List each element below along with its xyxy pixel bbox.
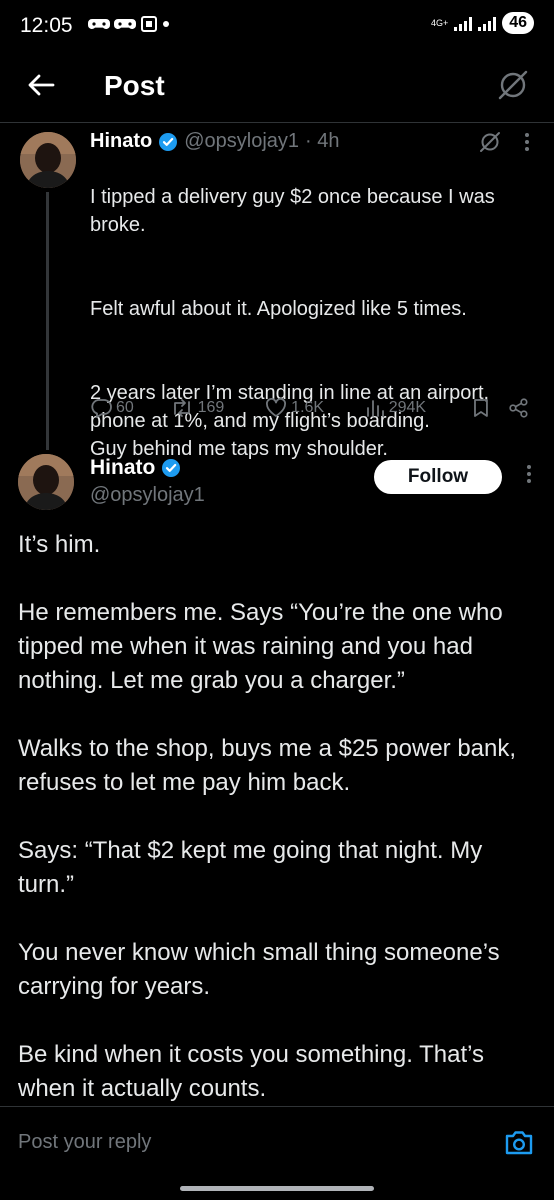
post-time: · 4h <box>305 130 340 152</box>
grok-icon[interactable] <box>496 68 530 102</box>
post-paragraph: 2 years later I’m standing in line at an… <box>90 382 490 460</box>
post-paragraph: You never know which small thing someone… <box>18 939 500 1000</box>
like-button[interactable]: 1.6K <box>265 398 365 418</box>
status-bar: 12:05 4G+ 46 <box>0 0 554 52</box>
reply-input[interactable]: Post your reply <box>18 1131 151 1154</box>
post-paragraph: I tipped a delivery guy $2 once because … <box>90 186 495 236</box>
signal-icon <box>478 15 497 31</box>
more-options-icon[interactable] <box>524 132 530 152</box>
status-time: 12:05 <box>20 14 73 37</box>
avatar[interactable] <box>18 454 74 510</box>
game-controller-icon <box>88 19 110 29</box>
back-arrow-icon[interactable] <box>26 70 56 100</box>
notification-icons <box>88 15 170 33</box>
signal-icon <box>454 15 473 31</box>
author-handle[interactable]: @opsylojay1 <box>184 130 299 153</box>
thread-line <box>46 192 49 450</box>
post-paragraph: Be kind when it costs you something. Tha… <box>18 1041 485 1102</box>
camera-icon[interactable] <box>504 1129 534 1157</box>
post-actions: 60 169 1.6K 294K <box>90 398 530 418</box>
grok-icon[interactable] <box>478 130 502 154</box>
post-paragraph: It’s him. <box>18 531 101 558</box>
battery-level: 46 <box>502 12 534 34</box>
author-name[interactable]: Hinato <box>90 130 152 153</box>
views-icon <box>366 400 384 417</box>
verified-badge-icon <box>159 132 178 151</box>
author-handle[interactable]: @opsylojay1 <box>90 484 205 507</box>
post-paragraph: He remembers me. Says “You’re the one wh… <box>18 599 503 694</box>
game-controller-icon <box>114 19 136 29</box>
page-title: Post <box>104 70 165 101</box>
author-name[interactable]: Hinato <box>90 456 155 480</box>
heart-icon <box>266 398 287 417</box>
post-paragraph: Says: “That $2 kept me going that night.… <box>18 837 483 898</box>
more-options-icon[interactable] <box>526 464 532 484</box>
main-post-text: It’s him. He remembers me. Says “You’re … <box>18 528 538 1140</box>
reply-icon <box>91 399 112 418</box>
top-bar: Post <box>0 52 554 123</box>
post-paragraph: Felt awful about it. Apologized like 5 t… <box>90 298 467 320</box>
parent-post[interactable]: Hinato @opsylojay1 · 4h I tipped a deliv… <box>90 130 534 491</box>
views-button[interactable]: 294K <box>365 398 471 418</box>
home-indicator[interactable] <box>180 1186 374 1191</box>
reply-button[interactable]: 60 <box>90 398 170 418</box>
verified-badge-icon <box>162 459 181 477</box>
avatar[interactable] <box>20 132 76 188</box>
share-icon[interactable] <box>508 398 530 418</box>
follow-button[interactable]: Follow <box>374 460 502 494</box>
dot-icon <box>163 21 169 27</box>
repost-count: 169 <box>197 399 225 416</box>
network-type: 4G+ <box>430 17 449 28</box>
repost-icon <box>173 399 190 417</box>
reply-bar: Post your reply <box>0 1106 554 1179</box>
like-count: 1.6K <box>291 399 325 416</box>
post-text: I tipped a delivery guy $2 once because … <box>90 155 534 491</box>
views-count: 294K <box>388 399 427 416</box>
reply-count: 60 <box>116 399 134 416</box>
bookmark-icon[interactable] <box>472 398 490 418</box>
repost-button[interactable]: 169 <box>170 398 266 418</box>
main-post-author: Hinato @opsylojay1 <box>90 456 205 507</box>
screenshot-icon <box>141 16 157 32</box>
post-paragraph: Walks to the shop, buys me a $25 power b… <box>18 735 517 796</box>
